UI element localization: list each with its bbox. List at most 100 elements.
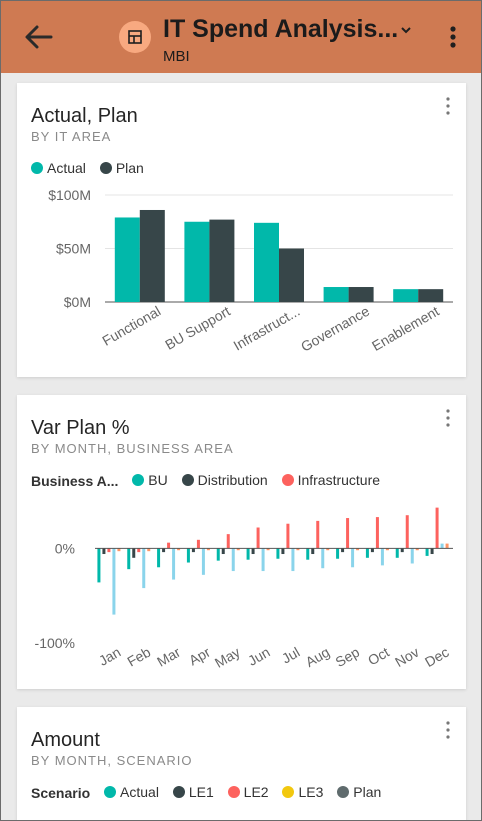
more-vertical-icon[interactable] — [441, 23, 465, 51]
bar-series-1 — [127, 548, 131, 570]
bar-plan — [209, 219, 235, 302]
tile-title: Var Plan % — [31, 417, 130, 439]
bar-series-4 — [261, 548, 265, 572]
bar-series-5 — [445, 543, 449, 549]
x-tick-label: Sep — [333, 644, 363, 670]
legend-swatch — [172, 786, 185, 798]
x-tick-label: Mar — [154, 644, 183, 670]
bar-series-1 — [216, 548, 220, 561]
legend-item: BU — [132, 472, 168, 488]
bar-series-4 — [231, 548, 235, 572]
legend-swatch — [282, 786, 295, 798]
y-tick-label: $0M — [64, 294, 91, 310]
legend-title: Scenario — [31, 785, 91, 801]
legend-swatch — [31, 162, 43, 174]
bar-series-2 — [281, 548, 285, 555]
bar-series-2 — [311, 548, 315, 555]
bar-series-1 — [246, 548, 250, 560]
chart-legend: Business A... BU Distribution Infrastruc… — [31, 472, 390, 489]
bar-series-2 — [162, 548, 166, 553]
bar-series-4 — [291, 548, 295, 572]
bar-series-4 — [201, 548, 205, 575]
bar-series-3 — [435, 507, 439, 549]
bar-series-3 — [107, 548, 111, 553]
report-title[interactable]: IT Spend Analysis... — [163, 15, 398, 44]
x-tick-label: Feb — [124, 644, 153, 670]
tile-more-icon[interactable] — [440, 407, 456, 429]
legend-item: LE3 — [282, 784, 323, 800]
y-tick-label: 0% — [55, 540, 75, 556]
x-tick-label: May — [212, 644, 243, 671]
bar-series-1 — [336, 548, 340, 559]
legend-swatch — [132, 474, 145, 486]
legend-label: Plan — [115, 160, 144, 176]
legend-title: Business A... — [31, 473, 119, 489]
tile-var-plan[interactable]: Var Plan % BY MONTH, BUSINESS AREA Busin… — [17, 395, 466, 689]
bar-series-1 — [186, 548, 190, 563]
bar-series-1 — [276, 548, 280, 559]
legend-item: LE2 — [227, 784, 269, 800]
bar-series-2 — [221, 548, 225, 555]
y-tick-label: -100% — [35, 635, 75, 651]
bar-series-2 — [102, 548, 106, 555]
legend-label: Actual — [47, 160, 86, 176]
legend-item: Infrastructure — [281, 472, 381, 488]
bar-series-1 — [97, 548, 101, 583]
tile-actual-plan[interactable]: Actual, Plan BY IT AREA Actual Plan $0M $… — [17, 83, 466, 377]
bar-series-2 — [430, 548, 434, 555]
tile-subtitle: BY MONTH, BUSINESS AREA — [31, 441, 234, 456]
x-tick-label: Apr — [186, 644, 213, 669]
bar-series-3 — [346, 518, 350, 549]
var-plan-chart: 0% -100% Jan Feb Mar AprMay Jun Jul Aug Sep Oct Nov… — [35, 507, 453, 671]
bar-plan — [279, 248, 304, 302]
x-tick-label: Jan — [96, 644, 124, 669]
legend-label: Actual — [120, 784, 159, 800]
x-tick-label: Dec — [422, 644, 452, 670]
legend-item: Actual — [104, 784, 159, 800]
bar-actual — [323, 287, 349, 302]
bar-series-4 — [142, 548, 146, 589]
bar-actual — [393, 289, 419, 302]
app-frame: IT Spend Analysis... MBI Actual, Plan BY… — [0, 0, 482, 821]
bar-series-4 — [380, 548, 384, 566]
report-badge — [119, 21, 151, 53]
legend-swatch — [99, 162, 112, 174]
bar-plan — [418, 289, 444, 302]
bar-series-2 — [341, 548, 345, 553]
x-tick-label: Aug — [303, 644, 333, 670]
x-tick-label: Enablement — [369, 303, 442, 354]
chevron-down-icon[interactable] — [399, 23, 413, 37]
bar-series-2 — [400, 548, 404, 553]
bar-series-1 — [365, 548, 369, 558]
tile-more-icon[interactable] — [440, 719, 456, 741]
x-tick-label: BU Support — [162, 303, 233, 353]
legend-swatch — [281, 474, 294, 486]
legend-label: Infrastructure — [297, 472, 381, 488]
tile-subtitle: BY MONTH, SCENARIO — [31, 753, 193, 768]
back-arrow-icon[interactable] — [23, 23, 55, 51]
bar-series-3 — [226, 534, 230, 549]
tile-subtitle: BY IT AREA — [31, 129, 112, 144]
bar-actual — [114, 217, 140, 302]
bar-series-1 — [425, 548, 429, 556]
y-tick-label: $50M — [56, 241, 91, 257]
bar-series-2 — [370, 548, 374, 553]
x-tick-label: Jun — [245, 644, 273, 669]
legend-swatch — [104, 786, 117, 798]
bar-series-2 — [251, 548, 255, 555]
bar-series-4 — [440, 543, 444, 549]
tile-more-icon[interactable] — [440, 95, 456, 117]
legend-swatch — [227, 786, 240, 798]
bar-series-3 — [316, 520, 320, 549]
x-tick-label: Governance — [298, 303, 372, 355]
bar-series-4 — [112, 548, 116, 615]
tile-amount[interactable]: Amount BY MONTH, SCENARIO Scenario Actua… — [17, 707, 466, 820]
bar-series-1 — [395, 548, 399, 558]
legend-swatch — [181, 474, 194, 486]
report-icon — [128, 30, 142, 44]
legend-label: BU — [148, 472, 168, 488]
x-tick-label: Infrastruct... — [230, 303, 302, 354]
tile-title: Amount — [31, 729, 100, 751]
legend-item: Distribution — [181, 472, 268, 488]
chart-legend: Scenario Actual LE1 LE2 LE3 Plan — [31, 784, 391, 801]
